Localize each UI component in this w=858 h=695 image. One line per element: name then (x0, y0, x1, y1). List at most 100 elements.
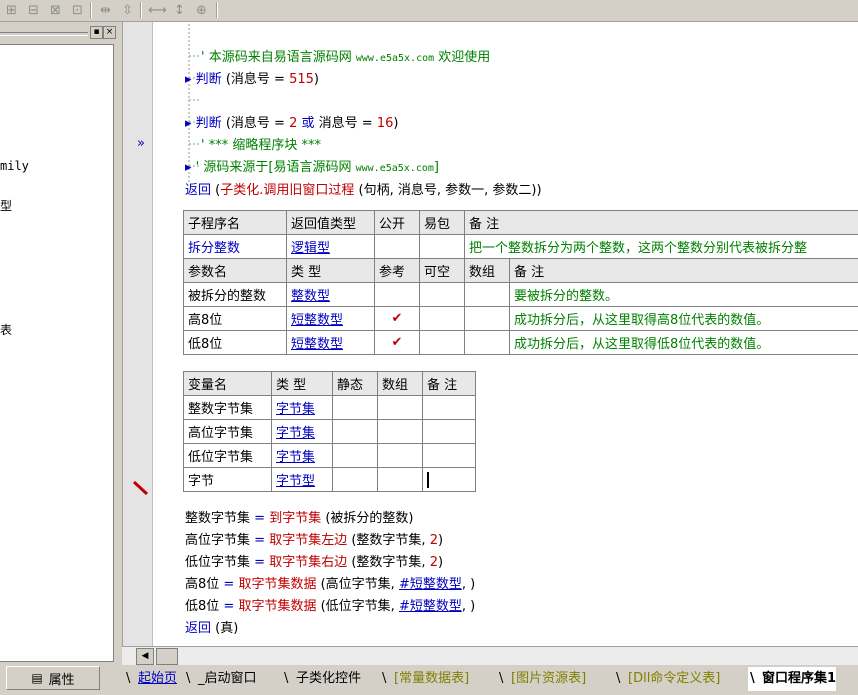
table-cell[interactable]: 成功拆分后，从这里取得高8位代表的数值。 (509, 306, 858, 331)
code-statement-line[interactable]: 低位字节集 = 取字节集右边 (整数字节集, 2) (185, 551, 443, 570)
code-editor[interactable]: ' 本源码来自易语言源码网 www.e5a5x.com 欢迎使用 ▸ 判断 (消… (152, 22, 858, 646)
code-statement-line[interactable]: 低8位 = 取字节集数据 (低位字节集, #短整数型, ) (185, 595, 475, 614)
table-cell[interactable] (377, 419, 423, 444)
list-item[interactable]: 表 (0, 321, 12, 338)
table-cell[interactable]: 拆分整数 (183, 234, 287, 259)
table-cell[interactable] (422, 443, 476, 468)
table-cell[interactable]: 短整数型 (286, 330, 375, 355)
table-cell[interactable] (332, 443, 378, 468)
tab-window-assembly[interactable]: 窗口程序集1 (748, 667, 837, 691)
table-cell[interactable] (332, 419, 378, 444)
code-comment-line[interactable]: ' 本源码来自易语言源码网 www.e5a5x.com 欢迎使用 (201, 46, 490, 65)
scroll-left-icon[interactable]: ◀ (136, 648, 154, 665)
table-cell[interactable]: 高8位 (183, 306, 287, 331)
code-if-line[interactable]: ▸ 判断 (消息号 = 515) (185, 68, 319, 87)
code-statement-line[interactable]: 整数字节集 = 到字节集 (被拆分的整数) (185, 507, 413, 526)
toolbar-separator (216, 2, 218, 18)
table-header-row: 参数名 类 型 参考 可空 数组 备 注 (183, 258, 858, 283)
tab-subclass-control[interactable]: 子类化控件 (282, 667, 361, 691)
checkmark-icon[interactable]: ✔ (374, 330, 420, 355)
table-cell[interactable] (422, 395, 476, 420)
tab-constants[interactable]: [常量数据表] (380, 667, 469, 691)
table-cell[interactable] (332, 395, 378, 420)
table-cell[interactable] (419, 282, 465, 307)
table-cell[interactable] (422, 419, 476, 444)
table-cell[interactable] (464, 282, 510, 307)
table-row[interactable]: 字节 字节型 (183, 467, 476, 492)
fold-marker-icon[interactable]: » (137, 136, 145, 151)
table-cell[interactable] (374, 282, 420, 307)
table-row[interactable]: 低位字节集 字节集 (183, 443, 476, 468)
table-cell[interactable] (377, 467, 423, 492)
tab-label: [常量数据表] (394, 671, 470, 686)
code-comment-line[interactable]: ' *** 缩略程序块 *** (201, 134, 321, 153)
table-insert-icon[interactable]: ⊞ (2, 1, 21, 19)
table-row[interactable]: 高8位 短整数型 ✔ 成功拆分后，从这里取得高8位代表的数值。 (183, 306, 858, 331)
fit-width-icon[interactable]: ⟷ (148, 1, 167, 19)
minimize-icon[interactable]: ▪ (90, 26, 103, 39)
fit-all-icon[interactable]: ⊕ (192, 1, 211, 19)
code-statement-line[interactable]: 高位字节集 = 取字节集左边 (整数字节集, 2) (185, 529, 443, 548)
tab-start-page[interactable]: 起始页 (124, 667, 177, 691)
table-cell[interactable]: 低位字节集 (183, 443, 272, 468)
table-cell[interactable] (419, 234, 465, 259)
table-cell[interactable] (419, 306, 465, 331)
code-comment-line[interactable]: ▸ ' 源码来源于[易语言源码网 www.e5a5x.com] (185, 156, 439, 175)
table-cell[interactable] (374, 234, 420, 259)
tab-images[interactable]: [图片资源表] (497, 667, 586, 691)
table-cell[interactable] (377, 395, 423, 420)
table-row[interactable]: 低8位 短整数型 ✔ 成功拆分后，从这里取得低8位代表的数值。 (183, 330, 858, 355)
table-cell[interactable]: 高位字节集 (183, 419, 272, 444)
tab-startup-window[interactable]: _启动窗口 (184, 667, 257, 691)
tab-label: [Dll命令定义表] (628, 671, 721, 686)
close-icon[interactable]: × (103, 26, 116, 39)
scroll-thumb[interactable] (156, 648, 178, 665)
table-cell[interactable]: 字节集 (271, 419, 333, 444)
table-cell[interactable]: 字节型 (271, 467, 333, 492)
row-height-icon[interactable]: ⇳ (118, 1, 137, 19)
column-header: 公开 (374, 210, 420, 235)
horizontal-scrollbar[interactable]: ◀ (122, 646, 858, 665)
table-row[interactable]: 被拆分的整数 整数型 要被拆分的整数。 (183, 282, 858, 307)
table-cell[interactable]: 被拆分的整数 (183, 282, 287, 307)
table-cell[interactable]: 字节 (183, 467, 272, 492)
table-cols-icon[interactable]: ⊡ (68, 1, 87, 19)
table-merge-icon[interactable]: ⊠ (46, 1, 65, 19)
table-split-icon[interactable]: ⊟ (24, 1, 43, 19)
table-cell[interactable] (464, 330, 510, 355)
property-button[interactable]: ▤ 属性 (6, 666, 100, 690)
table-cell[interactable] (332, 467, 378, 492)
table-cell[interactable]: 逻辑型 (286, 234, 375, 259)
tab-dll-commands[interactable]: [Dll命令定义表] (614, 667, 720, 691)
list-item[interactable]: mily (0, 159, 29, 173)
table-cell[interactable]: 把一个整数拆分为两个整数，这两个整数分别代表被拆分整 (464, 234, 858, 259)
fit-height-icon[interactable]: ↕ (170, 1, 189, 19)
table-cell[interactable] (422, 467, 476, 492)
table-row[interactable]: 整数字节集 字节集 (183, 395, 476, 420)
table-cell[interactable]: 字节集 (271, 443, 333, 468)
table-cell[interactable]: 整数字节集 (183, 395, 272, 420)
text-cursor (427, 471, 429, 488)
table-cell[interactable]: 整数型 (286, 282, 375, 307)
table-row[interactable]: 高位字节集 字节集 (183, 419, 476, 444)
table-cell[interactable] (377, 443, 423, 468)
table-cell[interactable]: 低8位 (183, 330, 287, 355)
branch-arrow-icon: ▸ (185, 160, 192, 175)
column-header: 数组 (464, 258, 510, 283)
tab-label: 子类化控件 (296, 671, 362, 686)
table-cell[interactable]: 短整数型 (286, 306, 375, 331)
table-cell[interactable] (464, 306, 510, 331)
table-row[interactable]: 拆分整数 逻辑型 把一个整数拆分为两个整数，这两个整数分别代表被拆分整 (183, 234, 858, 259)
code-return-line[interactable]: 返回 (子类化.调用旧窗口过程 (句柄, 消息号, 参数一, 参数二)) (185, 179, 542, 198)
code-if-line[interactable]: ▸ 判断 (消息号 = 2 或 消息号 = 16) (185, 112, 398, 131)
checkmark-icon[interactable]: ✔ (374, 306, 420, 331)
code-return-line[interactable]: 返回 (真) (185, 617, 238, 636)
table-cell[interactable]: 成功拆分后，从这里取得低8位代表的数值。 (509, 330, 858, 355)
table-cell[interactable]: 要被拆分的整数。 (509, 282, 858, 307)
list-item[interactable]: 型 (0, 197, 12, 214)
table-cell[interactable]: 字节集 (271, 395, 333, 420)
code-statement-line[interactable]: 高8位 = 取字节集数据 (高位字节集, #短整数型, ) (185, 573, 475, 592)
column-header: 返回值类型 (286, 210, 375, 235)
col-width-icon[interactable]: ⇹ (96, 1, 115, 19)
table-cell[interactable] (419, 330, 465, 355)
